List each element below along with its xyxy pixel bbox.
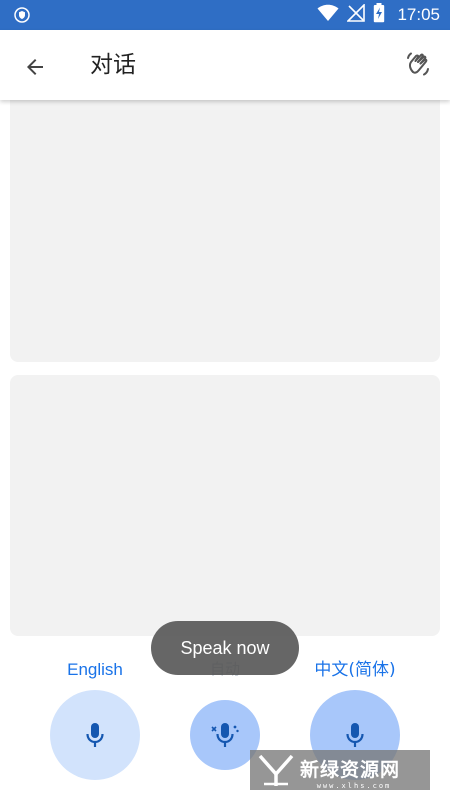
status-bar: 17:05 (0, 0, 450, 30)
watermark-text: 新绿资源网 (300, 759, 401, 781)
translation-panel-top (10, 100, 440, 362)
watermark-logo-icon (258, 754, 294, 786)
translation-panel-bottom (10, 375, 440, 636)
mic-icon (86, 723, 104, 747)
watermark-url: www.xlhs.com (316, 782, 392, 790)
arrow-left-icon (27, 59, 43, 75)
auto-mic-icon (211, 723, 239, 747)
battery-charging-icon (373, 3, 385, 27)
hand-wave-icon (407, 52, 429, 76)
app-bar: 对话 (0, 30, 450, 100)
status-time: 17:05 (397, 5, 440, 24)
mic-button-english[interactable] (50, 690, 140, 780)
language-label-english[interactable]: English (40, 658, 150, 682)
language-label-chinese[interactable]: 中文(简体) (295, 658, 415, 682)
back-button[interactable] (18, 50, 52, 84)
no-signal-icon (346, 3, 366, 26)
speak-now-toast: Speak now (151, 621, 299, 675)
wifi-icon (317, 4, 339, 26)
status-icons: 17:05 (317, 0, 440, 30)
hand-wave-button[interactable] (402, 48, 436, 82)
page-title: 对话 (90, 52, 136, 78)
mic-icon (346, 723, 364, 747)
shield-icon (14, 7, 30, 23)
